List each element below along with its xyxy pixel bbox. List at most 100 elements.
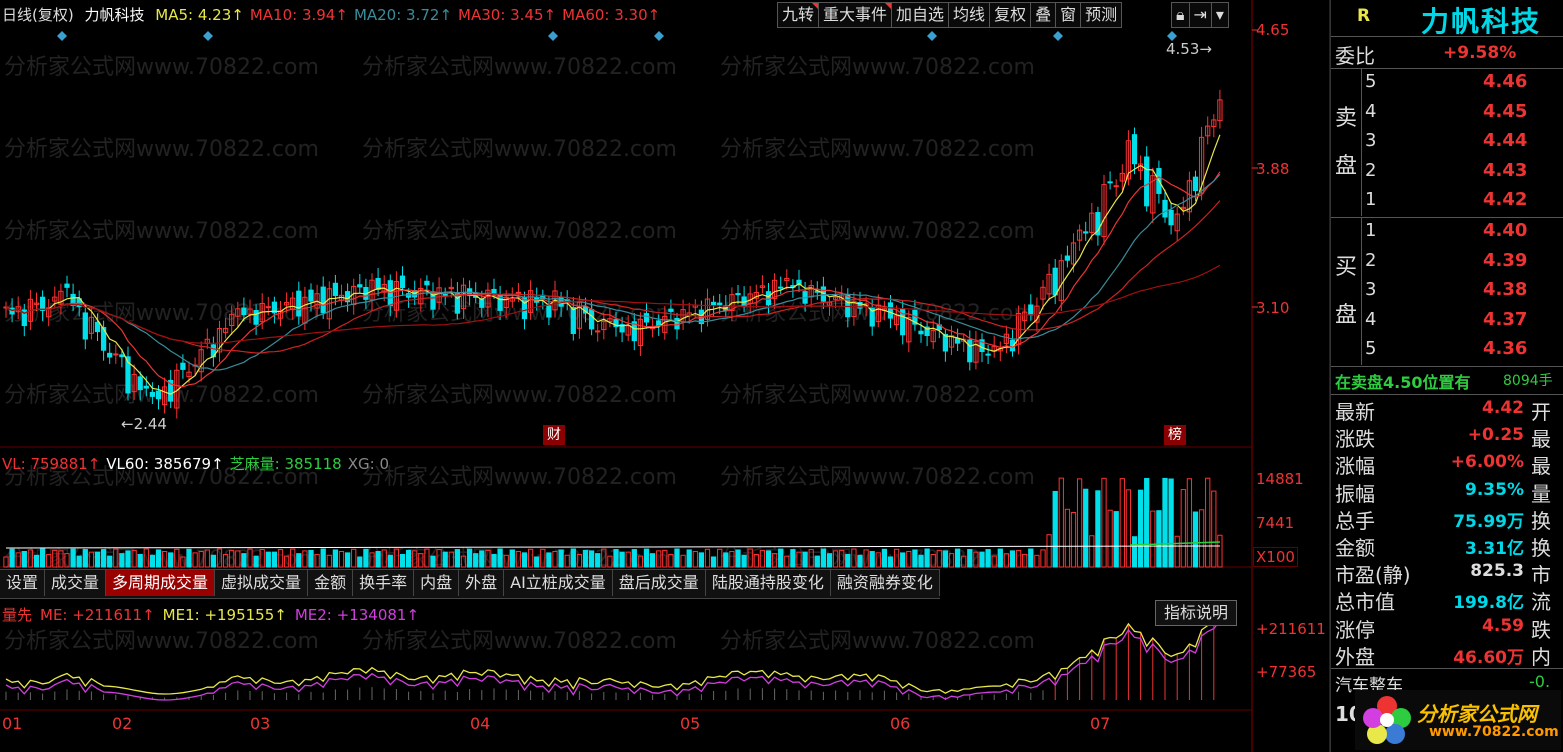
indicator-value-2: ME2: +134081↑ (294, 606, 420, 624)
stat-label-7: 总市值 (1335, 590, 1395, 615)
ind-axis-mid: +77365 (1256, 663, 1317, 681)
toolbar-button-1[interactable]: 重大事件 (818, 2, 893, 28)
indicator-help-button[interactable]: 指标说明 (1155, 600, 1238, 626)
tab-8[interactable]: AI立桩成交量 (504, 570, 613, 596)
tab-5[interactable]: 换手率 (353, 570, 415, 596)
candle-body-84 (515, 291, 522, 294)
volume-bar-100 (613, 549, 619, 568)
tab-3[interactable]: 虚拟成交量 (215, 570, 309, 596)
toolbar-button-7[interactable]: 预测 (1080, 2, 1123, 28)
candle-body-145 (887, 302, 894, 319)
volume-bar-48 (296, 553, 302, 568)
watermark-5-1: 分析家公式网www.70822.com (362, 465, 677, 490)
stat-value-7: 199.8亿 (1453, 593, 1524, 614)
volume-bar-198 (1211, 490, 1217, 568)
volume-bar-15 (94, 551, 101, 568)
toolbar-button-5[interactable]: 叠 (1030, 2, 1057, 28)
candle-body-158 (967, 339, 973, 363)
r-label: R (1357, 6, 1371, 26)
price-axis-mid2: 3.10 (1256, 299, 1290, 317)
event-diamond-4 (927, 31, 937, 41)
volume-bar-125 (765, 550, 772, 568)
price-axis-mid1: 3.88 (1256, 160, 1290, 178)
stat-label-9: 外盘 (1335, 644, 1375, 669)
candle-body-116 (710, 301, 717, 306)
buy-level-4: 4 (1365, 308, 1377, 330)
finance-badge[interactable]: 财 (543, 425, 565, 445)
candle-body-25 (155, 390, 162, 400)
toolbar-button-3[interactable]: 均线 (948, 2, 991, 28)
volume-bar-112 (686, 549, 692, 568)
buy-price-4[interactable]: 4.37 (1483, 309, 1527, 330)
event-diamond-2 (548, 31, 558, 41)
tab-6[interactable]: 内盘 (414, 570, 460, 596)
volume-bar-161 (985, 549, 991, 568)
tab-4[interactable]: 金额 (308, 570, 354, 596)
candle-body-43 (265, 306, 271, 309)
volume-bar-182 (1113, 511, 1119, 568)
collapse-icon[interactable]: ⇥ (1188, 2, 1212, 28)
volume-bar-19 (119, 553, 125, 568)
stat-label-5: 金额 (1335, 536, 1375, 560)
volume-bar-177 (1083, 488, 1089, 568)
buy-price-2[interactable]: 4.39 (1483, 250, 1527, 271)
volume-bar-115 (704, 548, 711, 568)
kline-chart[interactable]: 分析家公式网www.70822.com 分析家公式网www.70822.com 分析… (0, 0, 1330, 752)
volume-bar-121 (741, 554, 747, 568)
volume-bar-180 (1101, 477, 1107, 568)
volume-bar-65 (399, 553, 406, 568)
toolbar-button-0[interactable]: 九转 (777, 2, 820, 28)
candle-body-120 (735, 293, 741, 296)
candle-body-48 (296, 290, 302, 317)
sell-price-5[interactable]: 4.46 (1483, 71, 1527, 92)
volume-bar-52 (320, 548, 326, 568)
candle-body-85 (521, 297, 528, 320)
candle-body-93 (570, 307, 576, 334)
tab-9[interactable]: 盘后成交量 (612, 570, 706, 596)
stat-extra-7: 流 (1531, 590, 1551, 615)
buy-price-1[interactable]: 4.40 (1483, 220, 1527, 241)
volume-bar-199 (1217, 534, 1223, 568)
watermark-0-0: 分析家公式网www.70822.com (4, 55, 319, 80)
buy-price-3[interactable]: 4.38 (1483, 279, 1527, 300)
volume-bar-89 (546, 552, 552, 568)
volume-bar-191 (1168, 478, 1174, 568)
candle-body-105 (643, 313, 650, 323)
candle-body-174 (1064, 255, 1071, 261)
indicator-value-0: ME: +211611↑ (40, 606, 155, 624)
sell-price-4[interactable]: 4.45 (1483, 101, 1527, 122)
toolbar-button-2[interactable]: 加自选 (891, 2, 950, 28)
volume-bar-134 (820, 548, 827, 568)
month-label-02: 02 (112, 714, 133, 733)
sector-change: -0. (1529, 672, 1551, 691)
tab-10[interactable]: 陆股通持股变化 (705, 570, 831, 596)
volume-bar-50 (308, 549, 314, 568)
toolbar-button-4[interactable]: 复权 (989, 2, 1032, 28)
candle-body-182 (1113, 185, 1119, 188)
volume-bar-83 (509, 549, 515, 568)
volume-bar-87 (534, 556, 540, 568)
toolbar-button-6[interactable]: 窗 (1055, 2, 1082, 28)
tab-11[interactable]: 融资融券变化 (830, 570, 940, 596)
sell-price-2[interactable]: 4.43 (1483, 160, 1527, 181)
sell-level-4: 4 (1365, 100, 1377, 122)
candle-body-161 (985, 353, 991, 356)
tab-7[interactable]: 外盘 (459, 570, 505, 596)
buy-price-5[interactable]: 4.36 (1483, 338, 1527, 359)
chevron-down-icon[interactable]: ▾ (1210, 2, 1229, 28)
period-label: 日线(复权) (2, 6, 74, 24)
watermark-0-2: 分析家公式网www.70822.com (720, 55, 1035, 80)
volume-bar-158 (967, 549, 973, 568)
rank-badge[interactable]: 榜 (1164, 425, 1186, 445)
stat-value-8: 4.59 (1482, 615, 1524, 636)
ma-line-5 (5, 134, 1221, 395)
stat-value-9: 46.60万 (1453, 647, 1524, 668)
chart-area[interactable]: 分析家公式网www.70822.com 分析家公式网www.70822.com 分析… (0, 0, 1330, 752)
sell-price-3[interactable]: 4.44 (1483, 130, 1527, 151)
volume-bar-147 (900, 552, 906, 568)
tab-1[interactable]: 成交量 (45, 570, 107, 596)
tab-2[interactable]: 多周期成交量 (106, 570, 216, 596)
lock-icon[interactable]: 🔒︎ (1171, 2, 1190, 28)
tab-0[interactable]: 设置 (0, 570, 46, 596)
sell-price-1[interactable]: 4.42 (1483, 189, 1527, 210)
